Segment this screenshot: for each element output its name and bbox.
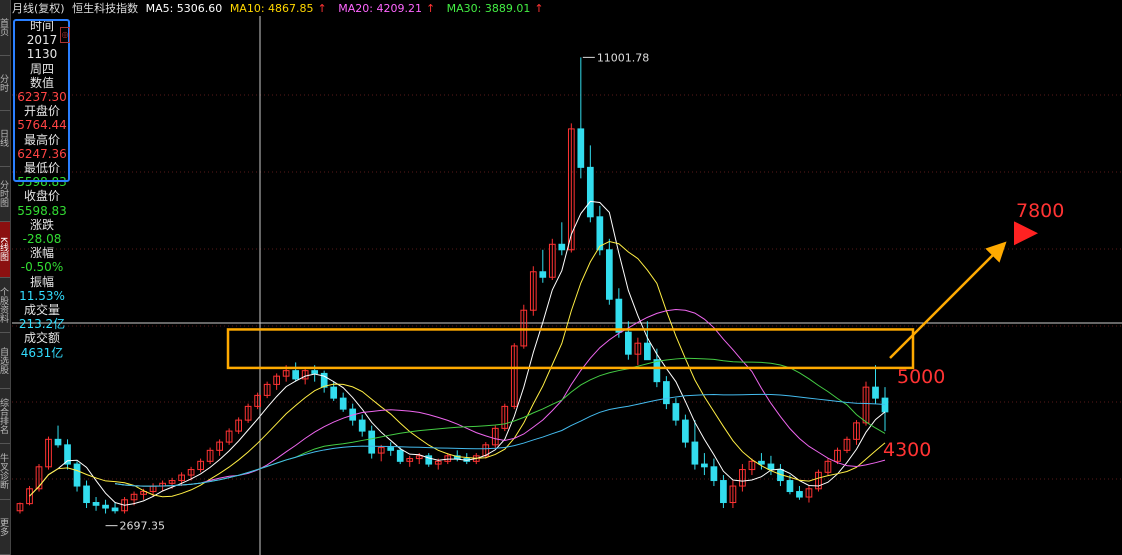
level-4300-label: 4300 bbox=[883, 439, 932, 461]
info-label-3: 开盘价 bbox=[23, 104, 60, 119]
info-label-8: 涨幅 bbox=[29, 246, 54, 261]
candle-body-64 bbox=[625, 331, 632, 355]
info-value-9: 11.53% bbox=[19, 288, 65, 303]
info-value2-0: 1130 bbox=[26, 47, 58, 62]
candle-body-6 bbox=[73, 463, 81, 487]
info-label-7: 涨跌 bbox=[29, 217, 54, 232]
low-value-label: 2697.35 bbox=[120, 520, 166, 533]
candle-body-55 bbox=[539, 271, 547, 278]
info-value-11: 4631亿 bbox=[20, 345, 64, 360]
candle-body-78 bbox=[758, 460, 765, 465]
info-value-4: 6247.36 bbox=[17, 146, 67, 161]
info-value-7: -28.08 bbox=[22, 232, 62, 247]
trend-arrow bbox=[889, 241, 1007, 359]
info-value-2: 6237.30 bbox=[17, 90, 67, 105]
info-label-1: 周四 bbox=[29, 61, 54, 76]
candle-body-73 bbox=[710, 466, 718, 482]
candle-body-59 bbox=[577, 128, 585, 168]
info-panel: 时间 2017 1130 周四 数值 6237.30 开盘价 5764.44 最高价 6247.3… bbox=[13, 19, 71, 360]
candle-body-79 bbox=[767, 463, 775, 471]
info-value-10: 213.2亿 bbox=[18, 317, 66, 332]
target-7800-label: 7800 bbox=[1016, 200, 1065, 222]
candle-body-71 bbox=[691, 441, 699, 465]
info-value-5: 5598.83 bbox=[17, 175, 67, 190]
info-label-10: 成交量 bbox=[23, 303, 60, 318]
candle-body-33 bbox=[330, 386, 338, 399]
candle-body-69 bbox=[672, 403, 680, 421]
info-value-3: 5764.44 bbox=[17, 118, 67, 133]
candle-body-91 bbox=[881, 397, 889, 413]
candle-body-68 bbox=[663, 381, 670, 405]
candle-body-39 bbox=[387, 447, 395, 451]
level-5000-label: 5000 bbox=[897, 366, 946, 388]
ma60-line bbox=[114, 393, 886, 487]
info-label-11: 成交额 bbox=[23, 331, 60, 346]
candle-body-66 bbox=[644, 342, 651, 361]
high-value-label: 11001.78 bbox=[597, 51, 650, 64]
candle-body-31 bbox=[311, 370, 319, 374]
candle-body-10 bbox=[111, 507, 119, 512]
candle-body-4 bbox=[54, 438, 62, 446]
candle-body-81 bbox=[786, 480, 794, 493]
candle-body-36 bbox=[358, 419, 366, 432]
candle-body-34 bbox=[339, 397, 347, 410]
candle-body-29 bbox=[292, 370, 300, 380]
info-close-icon[interactable]: ◎ bbox=[60, 27, 70, 43]
candle-body-37 bbox=[368, 430, 376, 454]
candle-body-70 bbox=[682, 419, 689, 443]
info-label-9: 振幅 bbox=[29, 274, 54, 289]
candle-body-67 bbox=[653, 359, 661, 383]
ma20-line bbox=[114, 309, 886, 487]
resistance-zone-box bbox=[226, 328, 915, 370]
candle-body-90 bbox=[872, 386, 879, 399]
info-label-5: 最低价 bbox=[23, 161, 60, 176]
candle-body-7 bbox=[83, 485, 90, 504]
candle-body-60 bbox=[586, 166, 594, 218]
info-label-2: 数值 bbox=[29, 75, 54, 90]
info-label-4: 最高价 bbox=[23, 132, 60, 147]
candlestick-chart[interactable]: 11001.78 2697.35 bbox=[0, 0, 1122, 555]
candle-body-8 bbox=[92, 502, 100, 506]
candle-body-82 bbox=[796, 491, 803, 498]
candle-body-72 bbox=[701, 463, 708, 468]
candle-body-74 bbox=[720, 480, 727, 504]
candle-body-57 bbox=[558, 243, 566, 251]
info-value-8: -0.50% bbox=[20, 260, 64, 275]
info-value-6: 5598.83 bbox=[17, 203, 67, 218]
candle-body-9 bbox=[102, 504, 109, 509]
info-label-6: 收盘价 bbox=[23, 189, 60, 204]
candle-body-40 bbox=[396, 449, 404, 462]
candle-body-62 bbox=[605, 249, 613, 300]
candle-body-63 bbox=[615, 298, 623, 333]
